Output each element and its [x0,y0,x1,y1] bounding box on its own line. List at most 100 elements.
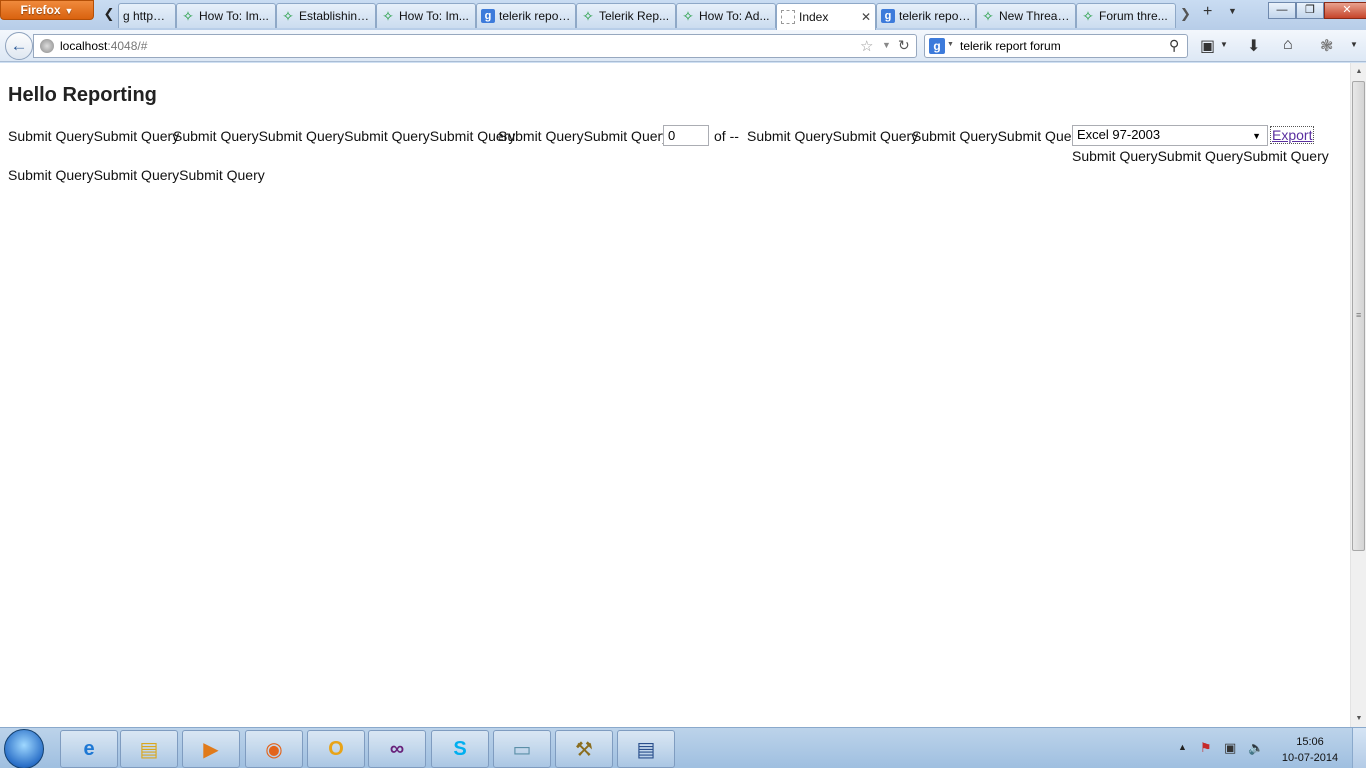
telerik-icon: ✧ [282,7,294,24]
internet-explorer-icon[interactable]: e [60,730,118,768]
submit-query-buttons[interactable]: Submit QuerySubmit Query [8,128,179,144]
tab-label: Telerik Rep... [599,9,670,23]
search-icon[interactable]: ⚲ [1169,37,1179,54]
setup-tool-icon[interactable]: ⚒ [555,730,613,768]
home-icon[interactable]: ⌂ [1283,36,1293,54]
clock-date: 10-07-2014 [1281,752,1339,764]
scroll-up-icon[interactable]: ▲ [1351,63,1366,80]
page-number-input[interactable] [663,125,709,146]
list-all-tabs-button[interactable]: ▼ [1228,6,1237,16]
minimize-button[interactable]: — [1268,2,1296,19]
url-history-dropdown-icon[interactable]: ▼ [882,40,891,50]
export-format-select[interactable]: Excel 97-2003 ▼ [1072,125,1268,146]
submit-query-buttons[interactable]: Submit QuerySubmit QuerySubmit QuerySubm… [173,128,515,144]
tab-active[interactable]: Index ✕ [776,3,876,30]
tab[interactable]: ✧ How To: Ad... [676,3,776,28]
toolbar-menu-icon[interactable]: ▼ [1350,40,1358,49]
tab-label: Index [799,10,829,24]
restore-button[interactable]: ❐ [1296,2,1324,19]
remote-desktop-icon[interactable]: ▤ [617,730,675,768]
reload-icon[interactable]: ↻ [898,37,910,54]
search-bar[interactable]: g ▼ telerik report forum ⚲ [924,34,1188,58]
back-button[interactable]: ← [5,32,33,60]
navigation-toolbar: ← localhost:4048/# ☆ ▼ ↻ g ▼ telerik rep… [0,30,1366,62]
firefox-icon[interactable]: ◉ [245,730,303,768]
globe-icon [40,39,54,53]
tab-label: Establishing... [299,9,371,23]
close-tab-icon[interactable]: ✕ [861,10,871,24]
show-desktop-button[interactable] [1352,728,1366,768]
file-explorer-icon[interactable]: ▤ [120,730,178,768]
telerik-icon: ✧ [182,7,194,24]
addon-icon[interactable]: ❃ [1320,36,1333,56]
tab-label: telerik repor... [899,9,971,23]
download-icon[interactable]: ⬇ [1247,36,1260,56]
tab[interactable]: ✧ Telerik Rep... [576,3,676,28]
blank-page-icon [781,10,795,24]
tab-scroll-left-button[interactable]: ❮ [100,6,118,26]
media-player-icon[interactable]: ▶ [182,730,240,768]
notepad-icon[interactable]: ▭ [493,730,551,768]
volume-icon[interactable]: 🔈 [1248,740,1264,756]
export-link[interactable]: Export [1270,126,1315,144]
scroll-thumb[interactable]: ≡ [1352,81,1365,551]
scroll-grip-icon: ≡ [1356,310,1362,320]
tab[interactable]: ✧ How To: Im... [376,3,476,28]
new-tab-button[interactable]: + [1203,3,1212,21]
submit-query-buttons[interactable]: Submit QuerySubmit Query [912,128,1083,144]
bookmarks-dropdown-icon[interactable]: ▼ [1220,40,1228,49]
firefox-menu-button[interactable]: Firefox ▼ [0,0,94,20]
window-controls: — ❐ ✕ [1268,2,1366,19]
clock-time: 15:06 [1296,736,1324,748]
google-icon[interactable]: g [929,38,945,54]
outlook-icon[interactable]: O [307,730,365,768]
tab[interactable]: ✧ Forum thre... [1076,3,1176,28]
tab-strip: Firefox ▼ ❮ g https ... ✧ How To: Im... ✧ E… [0,0,1366,30]
url-text: localhost:4048/# [60,39,148,53]
start-button[interactable] [4,729,44,768]
tab[interactable]: ✧ New Thread... [976,3,1076,28]
network-icon[interactable]: ▣ [1224,740,1236,756]
tab[interactable]: g https ... [118,3,176,28]
tab-label: New Thread... [999,9,1071,23]
action-center-icon[interactable]: ⚑ [1200,740,1212,756]
submit-query-buttons[interactable]: Submit QuerySubmit QuerySubmit Query [8,167,265,183]
page-title: Hello Reporting [8,84,157,106]
search-engine-dropdown-icon[interactable]: ▼ [947,41,954,48]
visual-studio-icon[interactable]: ∞ [368,730,426,768]
submit-query-buttons[interactable]: Submit QuerySubmit Query [747,128,918,144]
scroll-down-icon[interactable]: ▼ [1351,710,1366,727]
telerik-icon: ✧ [582,7,594,24]
tab[interactable]: g telerik repor... [876,3,976,28]
tab-label: g https ... [123,9,171,23]
vertical-scrollbar[interactable]: ▲ ≡ ▼ [1350,63,1366,727]
submit-query-buttons[interactable]: Submit QuerySubmit QuerySubmit Query [1072,148,1329,164]
tab[interactable]: ✧ Establishing... [276,3,376,28]
export-format-value: Excel 97-2003 [1077,127,1161,142]
page-count-label: of -- [714,128,739,144]
telerik-icon: ✧ [1082,7,1094,24]
url-bar[interactable]: localhost:4048/# ☆ ▼ ↻ [33,34,917,58]
clock[interactable]: 15:06 10-07-2014 [1278,734,1342,766]
tab[interactable]: ✧ How To: Im... [176,3,276,28]
telerik-icon: ✧ [682,7,694,24]
google-icon: g [881,9,895,23]
submit-query-buttons[interactable]: Submit QuerySubmit Query [498,128,669,144]
skype-icon[interactable]: S [431,730,489,768]
telerik-icon: ✧ [382,7,394,24]
tab-label: How To: Im... [199,9,269,23]
telerik-icon: ✧ [982,7,994,24]
chevron-down-icon: ▼ [1252,131,1261,141]
taskbar: e ▤ ▶ ◉ O ∞ S ▭ ⚒ ▤ ▲ ⚑ ▣ 🔈 15:06 10-07-… [0,727,1366,768]
search-input[interactable]: telerik report forum [960,39,1061,53]
tab[interactable]: g telerik repor... [476,3,576,28]
close-window-button[interactable]: ✕ [1324,2,1366,19]
page-content: Hello Reporting Submit QuerySubmit Query… [0,63,1350,727]
tab-scroll-right-button[interactable]: ❯ [1180,6,1191,22]
google-icon: g [481,9,495,23]
bookmark-star-icon[interactable]: ☆ [860,37,873,55]
tab-label: How To: Im... [399,9,469,23]
show-hidden-icons-button[interactable]: ▲ [1178,742,1187,752]
tab-label: How To: Ad... [699,9,770,23]
bookmarks-icon[interactable]: ▣ [1200,36,1215,56]
